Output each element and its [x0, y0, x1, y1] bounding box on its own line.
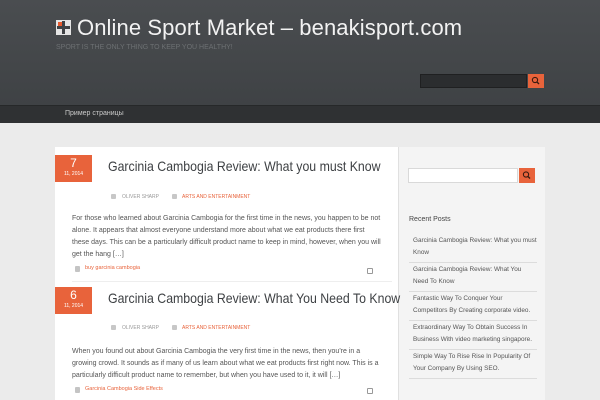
post-category[interactable]: ARTS AND ENTERTAINMENT: [182, 325, 250, 331]
recent-post-link[interactable]: Garcinia Cambogia Review: What You Need …: [409, 263, 537, 292]
recent-post-link[interactable]: Simple Way To Rise Rise In Popularity Of…: [409, 350, 537, 379]
tag-icon: [75, 387, 80, 393]
search-icon: [522, 171, 531, 179]
post-divider: [72, 281, 392, 282]
sidebar-search-input[interactable]: [408, 168, 518, 183]
recent-posts-list: Garcinia Cambogia Review: What you must …: [409, 234, 537, 379]
site-header: Online Sport Market – benakisport.com SP…: [0, 0, 600, 105]
post-author[interactable]: OLIVER SHARP: [122, 325, 159, 331]
post-excerpt: When you found out about Garcinia Cambog…: [72, 348, 379, 379]
post-date-badge: 7 11, 2014: [55, 155, 92, 182]
folder-icon: [172, 194, 177, 199]
post-date-badge: 6 11, 2014: [55, 287, 92, 314]
nav-item-sample-page[interactable]: Пример страницы: [65, 110, 124, 117]
recent-post-link[interactable]: Fantastic Way To Conquer Your Competitor…: [409, 292, 537, 321]
header-search-button[interactable]: [528, 74, 544, 88]
header-search-input[interactable]: [420, 74, 527, 88]
recent-posts-title: Recent Posts: [409, 216, 451, 223]
main-nav: Пример страницы: [0, 105, 600, 123]
post-day: 6: [70, 288, 77, 302]
sidebar-search-button[interactable]: [519, 168, 535, 183]
recent-post-link[interactable]: Garcinia Cambogia Review: What you must …: [409, 234, 537, 263]
post-tag[interactable]: Garcinia Cambogia Side Effects: [85, 386, 163, 392]
user-icon: [111, 325, 116, 330]
tag-icon: [75, 266, 80, 272]
share-icon[interactable]: [367, 268, 373, 274]
folder-icon: [172, 325, 177, 330]
search-icon: [531, 76, 540, 85]
site-logo-icon[interactable]: [56, 20, 71, 35]
post-category[interactable]: ARTS AND ENTERTAINMENT: [182, 194, 250, 200]
post-month: 11, 2014: [63, 171, 84, 177]
post-excerpt: For those who learned about Garcinia Cam…: [72, 215, 381, 258]
post-month: 11, 2014: [63, 303, 84, 309]
site-title[interactable]: Online Sport Market – benakisport.com: [77, 15, 462, 41]
post-tag[interactable]: buy garcinia cambogia: [85, 265, 140, 271]
recent-post-link[interactable]: Extraordinary Way To Obtain Success In B…: [409, 321, 537, 350]
site-tagline: SPORT IS THE ONLY THING TO KEEP YOU HEAL…: [56, 44, 233, 51]
post-author[interactable]: OLIVER SHARP: [122, 194, 159, 200]
post-title[interactable]: Garcinia Cambogia Review: What You Need …: [108, 290, 400, 306]
share-icon[interactable]: [367, 388, 373, 394]
post-title[interactable]: Garcinia Cambogia Review: What you must …: [108, 158, 381, 174]
user-icon: [111, 194, 116, 199]
post-day: 7: [70, 156, 77, 170]
